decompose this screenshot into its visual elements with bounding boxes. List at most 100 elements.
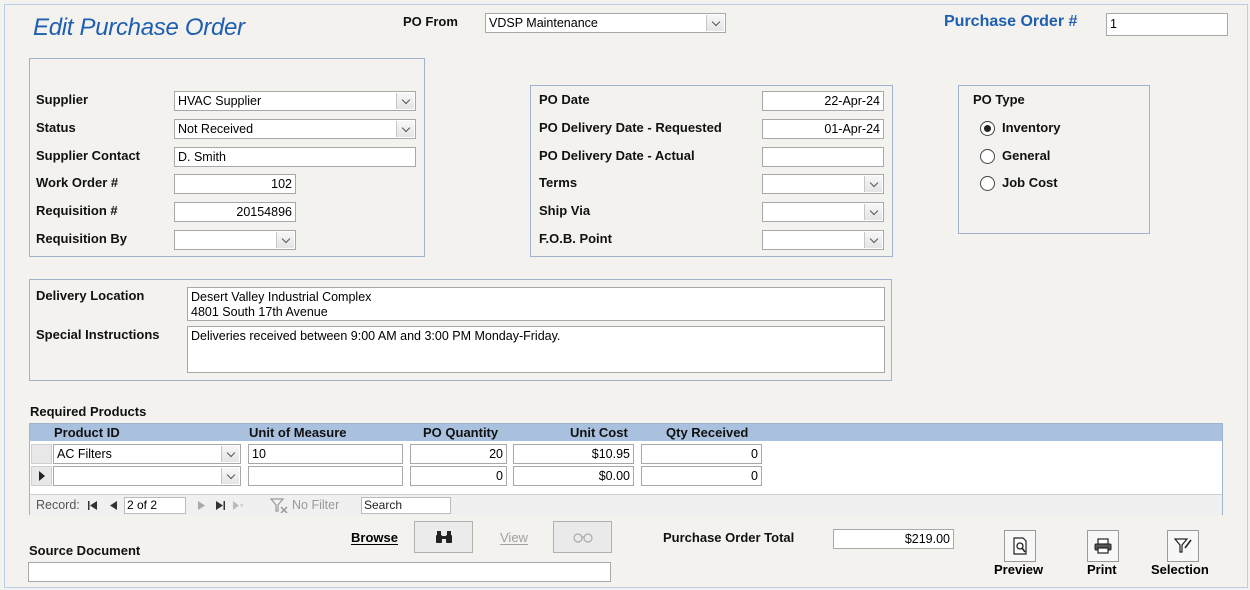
radio-inventory-label: Inventory bbox=[1002, 120, 1061, 135]
col-unit-cost[interactable]: Unit Cost bbox=[570, 424, 628, 441]
print-label: Print bbox=[1087, 562, 1117, 577]
view-button[interactable] bbox=[553, 521, 612, 553]
chevron-down-icon[interactable] bbox=[864, 204, 882, 220]
current-record-arrow-icon bbox=[38, 471, 45, 481]
radio-inventory[interactable] bbox=[980, 121, 995, 136]
po-from-select[interactable]: VDSP Maintenance bbox=[485, 13, 726, 33]
requisition-label: Requisition # bbox=[36, 203, 118, 218]
col-qty-received[interactable]: Qty Received bbox=[666, 424, 748, 441]
preview-button[interactable] bbox=[1004, 530, 1036, 562]
radio-general[interactable] bbox=[980, 149, 995, 164]
row-selector[interactable] bbox=[31, 444, 52, 464]
grid-search-input[interactable]: Search bbox=[361, 497, 451, 514]
supplier-contact-label: Supplier Contact bbox=[36, 148, 141, 163]
first-record-icon[interactable] bbox=[88, 501, 97, 510]
table-row-product-id[interactable]: AC Filters bbox=[53, 444, 241, 464]
glasses-icon bbox=[572, 533, 593, 543]
table-row-unit-cost[interactable]: $10.95 bbox=[513, 444, 634, 464]
po-from-label: PO From bbox=[403, 14, 458, 29]
print-button[interactable] bbox=[1087, 530, 1119, 562]
po-from-value: VDSP Maintenance bbox=[489, 16, 598, 30]
terms-select[interactable] bbox=[762, 174, 884, 194]
chevron-down-icon[interactable] bbox=[396, 121, 414, 137]
po-type-label: PO Type bbox=[973, 92, 1025, 107]
chevron-down-icon[interactable] bbox=[276, 232, 294, 248]
no-filter-label[interactable]: No Filter bbox=[292, 498, 339, 512]
requisition-field[interactable]: 20154896 bbox=[174, 202, 296, 222]
delivery-requested-field[interactable]: 01-Apr-24 bbox=[762, 119, 884, 139]
work-order-field[interactable]: 102 bbox=[174, 174, 296, 194]
table-row-qty-received[interactable]: 0 bbox=[641, 466, 762, 486]
record-label: Record: bbox=[36, 498, 80, 512]
table-row-qty[interactable]: 20 bbox=[410, 444, 507, 464]
delivery-location-field[interactable]: Desert Valley Industrial Complex 4801 So… bbox=[187, 287, 885, 321]
record-navigation-bar: Record: 2 of 2 * No Filter Search bbox=[30, 494, 1222, 515]
table-row-qty[interactable]: 0 bbox=[410, 466, 507, 486]
po-total-field: $219.00 bbox=[833, 529, 954, 549]
chevron-down-icon[interactable] bbox=[221, 468, 239, 484]
radio-job-cost[interactable] bbox=[980, 176, 995, 191]
terms-label: Terms bbox=[539, 175, 578, 190]
supplier-contact-field[interactable]: D. Smith bbox=[174, 147, 416, 167]
po-number-field[interactable]: 1 bbox=[1106, 13, 1228, 36]
po-number-label: Purchase Order # bbox=[944, 13, 1078, 30]
col-product-id[interactable]: Product ID bbox=[54, 424, 120, 441]
row-selector-current[interactable] bbox=[31, 466, 52, 486]
required-products-label: Required Products bbox=[30, 404, 147, 419]
po-date-label: PO Date bbox=[539, 92, 590, 107]
browse-label: Browse bbox=[351, 530, 398, 545]
table-row-uom[interactable]: 10 bbox=[248, 444, 403, 464]
new-record-icon[interactable]: * bbox=[233, 501, 245, 510]
delivery-requested-label: PO Delivery Date - Requested bbox=[539, 120, 722, 135]
view-label: View bbox=[500, 530, 528, 545]
record-position-field[interactable]: 2 of 2 bbox=[124, 497, 186, 514]
product-id-value: AC Filters bbox=[57, 447, 112, 461]
status-select[interactable]: Not Received bbox=[174, 119, 416, 139]
chevron-down-icon[interactable] bbox=[864, 176, 882, 192]
selection-button[interactable] bbox=[1167, 530, 1199, 562]
delivery-actual-label: PO Delivery Date - Actual bbox=[539, 148, 695, 163]
table-row-unit-cost[interactable]: $0.00 bbox=[513, 466, 634, 486]
svg-text:*: * bbox=[240, 502, 244, 510]
chevron-down-icon[interactable] bbox=[706, 15, 724, 31]
next-record-icon[interactable] bbox=[198, 501, 205, 510]
preview-label: Preview bbox=[994, 562, 1044, 577]
supplier-select[interactable]: HVAC Supplier bbox=[174, 91, 416, 111]
selection-label: Selection bbox=[1151, 562, 1209, 577]
chevron-down-icon[interactable] bbox=[864, 232, 882, 248]
po-total-label: Purchase Order Total bbox=[663, 530, 795, 545]
table-row-uom[interactable] bbox=[248, 466, 403, 486]
source-document-label: Source Document bbox=[29, 543, 141, 558]
products-grid: Product ID Unit of Measure PO Quantity U… bbox=[29, 423, 1223, 515]
requisition-by-label: Requisition By bbox=[36, 231, 128, 246]
requisition-by-select[interactable] bbox=[174, 230, 296, 250]
delivery-actual-field[interactable] bbox=[762, 147, 884, 167]
printer-icon bbox=[1094, 538, 1112, 554]
chevron-down-icon[interactable] bbox=[221, 446, 239, 462]
previous-record-icon[interactable] bbox=[110, 501, 117, 510]
table-row-product-id[interactable] bbox=[53, 466, 241, 486]
browse-button[interactable] bbox=[414, 521, 473, 553]
supplier-label: Supplier bbox=[36, 92, 89, 107]
col-unit-of-measure[interactable]: Unit of Measure bbox=[249, 424, 347, 441]
last-record-icon[interactable] bbox=[216, 501, 225, 510]
source-document-field[interactable] bbox=[28, 562, 611, 582]
po-date-field[interactable]: 22-Apr-24 bbox=[762, 91, 884, 111]
filter-edit-icon bbox=[1174, 538, 1192, 553]
special-instructions-field[interactable]: Deliveries received between 9:00 AM and … bbox=[187, 326, 885, 373]
ship-via-label: Ship Via bbox=[539, 203, 591, 218]
work-order-label: Work Order # bbox=[36, 175, 119, 190]
delivery-location-line1: Desert Valley Industrial Complex bbox=[191, 290, 372, 304]
fob-point-select[interactable] bbox=[762, 230, 884, 250]
delivery-location-line2: 4801 South 17th Avenue bbox=[191, 305, 328, 319]
chevron-down-icon[interactable] bbox=[396, 93, 414, 109]
supplier-value: HVAC Supplier bbox=[178, 94, 262, 108]
no-filter-icon[interactable] bbox=[270, 498, 288, 513]
ship-via-select[interactable] bbox=[762, 202, 884, 222]
status-label: Status bbox=[36, 120, 76, 135]
delivery-location-label: Delivery Location bbox=[36, 288, 145, 303]
radio-job-cost-label: Job Cost bbox=[1002, 175, 1058, 190]
table-row-qty-received[interactable]: 0 bbox=[641, 444, 762, 464]
col-po-quantity[interactable]: PO Quantity bbox=[423, 424, 498, 441]
radio-general-label: General bbox=[1002, 148, 1051, 163]
